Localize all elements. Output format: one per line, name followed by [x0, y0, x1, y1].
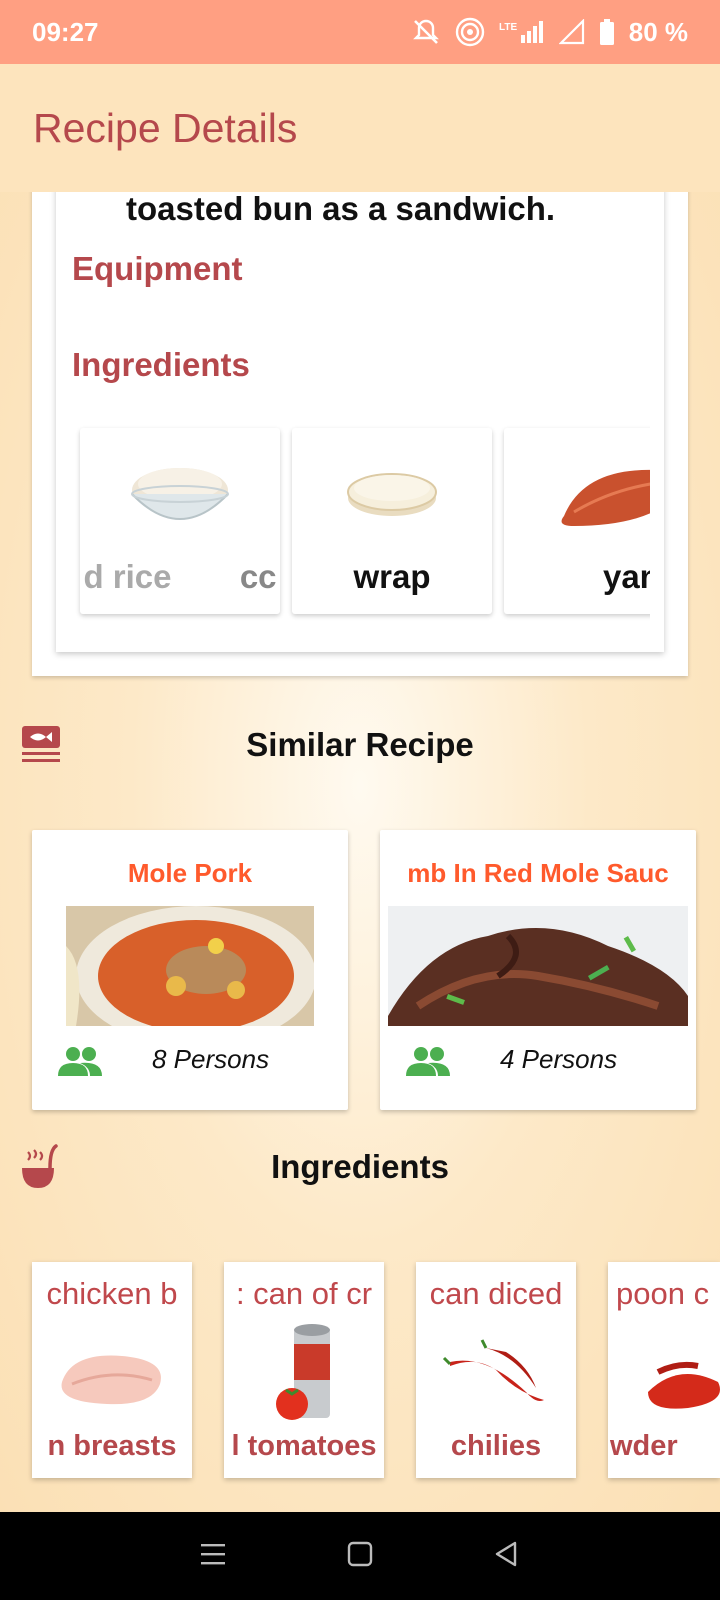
hotspot-icon	[455, 17, 485, 47]
red-chili-icon	[442, 1339, 544, 1401]
signal-empty-icon	[558, 19, 585, 45]
tomato-can-icon	[276, 1324, 330, 1420]
recipe-name: Mole Pork	[127, 858, 253, 888]
chili-powder-icon	[648, 1361, 720, 1409]
battery-icon	[599, 19, 615, 45]
ingredient-quantity: poon c	[616, 1276, 710, 1311]
instruction-text: toasted bun as a sandwich.	[126, 192, 556, 227]
app-bar: Recipe Details	[0, 64, 720, 192]
ingredient-name: l tomatoes	[231, 1430, 377, 1462]
ingredient-name: wder	[610, 1430, 678, 1462]
home-nav-icon[interactable]	[346, 1540, 374, 1573]
ingredient-quantity: chicken b	[46, 1276, 178, 1311]
ingredient-card[interactable]: d rice cc	[80, 428, 280, 614]
content-scroll[interactable]: toasted bun as a sandwich. Equipment Ing…	[0, 192, 720, 1512]
battery-level: 80 %	[628, 16, 688, 47]
svg-text:LTE: LTE	[499, 22, 517, 33]
mole-pork-photo	[66, 906, 314, 1026]
recipe-name: mb In Red Mole Sauc	[407, 858, 669, 888]
ingredient-carousel[interactable]: d rice cc wrap ya	[72, 418, 650, 630]
similar-recipe-heading: Similar Recipe	[246, 726, 474, 763]
system-nav-bar	[0, 1512, 720, 1600]
signal-lte-icon: LTE	[499, 19, 545, 45]
rice-bowl-icon	[131, 468, 229, 520]
status-bar: 09:27 LTE 80 %	[0, 0, 720, 64]
page-title: Recipe Details	[33, 104, 298, 151]
ingredient-card[interactable]: yam	[504, 428, 650, 614]
people-icon	[406, 1046, 450, 1081]
ingredient-quantity: can diced	[429, 1276, 563, 1311]
menu-nav-icon[interactable]	[199, 1541, 227, 1572]
sweet-potato-icon	[561, 470, 650, 526]
servings-count: 8 Persons	[152, 1044, 270, 1074]
ingredient-item[interactable]: poon c wder	[608, 1262, 720, 1478]
tortilla-icon	[347, 473, 437, 516]
ingredient-item[interactable]: can diced chilies	[416, 1262, 576, 1478]
ingredient-name: d rice cc	[83, 558, 277, 595]
recipe-detail-card: toasted bun as a sandwich. Equipment Ing…	[32, 192, 688, 676]
bell-off-icon	[411, 17, 441, 47]
lamb-mole-photo	[388, 906, 688, 1026]
status-time: 09:27	[32, 16, 99, 47]
ingredients-heading: Ingredients	[72, 346, 250, 383]
ingredient-quantity: : can of cr	[235, 1276, 373, 1311]
ingredient-name: wrap	[353, 558, 431, 595]
similar-recipe-card[interactable]: mb In Red Mole Sauc 4 Persons	[380, 830, 696, 1110]
equipment-heading: Equipment	[72, 250, 243, 287]
similar-recipe-card[interactable]: Mole Pork 8 Persons	[32, 830, 348, 1110]
recipe-detail-inner: toasted bun as a sandwich. Equipment Ing…	[56, 192, 664, 652]
ingredient-card[interactable]: wrap	[292, 428, 492, 614]
ingredient-name: yam	[602, 558, 650, 595]
people-icon	[58, 1046, 102, 1081]
ingredient-item[interactable]: : can of cr l tomatoes	[224, 1262, 384, 1478]
ingredient-item[interactable]: chicken b n breasts	[32, 1262, 192, 1478]
ingredient-name: n breasts	[47, 1430, 177, 1462]
ingredients-section-heading: Ingredients	[271, 1148, 449, 1185]
chicken-breast-icon	[61, 1355, 161, 1405]
ingredient-name: chilies	[450, 1430, 542, 1462]
servings-count: 4 Persons	[500, 1044, 618, 1074]
back-nav-icon[interactable]	[493, 1540, 521, 1573]
